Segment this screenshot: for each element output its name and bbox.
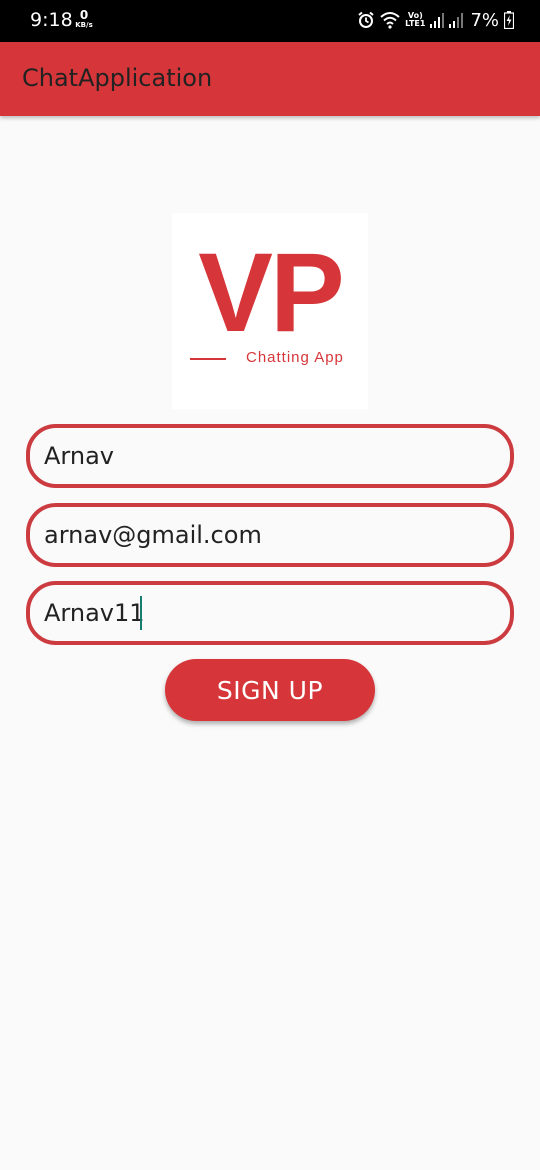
name-input[interactable] [44, 428, 484, 484]
email-input[interactable] [44, 507, 484, 563]
text-cursor [140, 596, 142, 630]
status-time: 9:18 [30, 9, 73, 31]
status-bar: 9:18 0 KB/s Vo) LTE1 7% [0, 0, 540, 42]
app-bar: ChatApplication [0, 42, 540, 116]
wifi-icon [380, 11, 400, 29]
status-icons: Vo) LTE1 7% [357, 9, 514, 31]
logo-divider [190, 358, 226, 360]
battery-percent: 7% [470, 9, 499, 31]
alarm-icon [357, 11, 375, 29]
network-speed-value: 0 [79, 8, 89, 22]
password-input[interactable] [44, 585, 484, 641]
name-field[interactable] [26, 424, 514, 488]
volte-indicator: Vo) LTE1 [405, 12, 425, 28]
email-field[interactable] [26, 503, 514, 567]
app-logo: VP Chatting App [172, 213, 368, 409]
signal-icon-2 [449, 12, 464, 28]
network-speed-unit: KB/s [75, 21, 93, 29]
battery-charging-icon [504, 11, 514, 29]
signal-icon [430, 12, 445, 28]
network-speed: 0 KB/s [73, 9, 95, 29]
logo-tagline: Chatting App [246, 349, 344, 366]
lte-label: LTE1 [405, 19, 426, 28]
signup-button[interactable]: SIGN UP [165, 659, 375, 721]
logo-letters: VP [198, 230, 344, 355]
password-field[interactable] [26, 581, 514, 645]
app-title: ChatApplication [22, 64, 213, 92]
